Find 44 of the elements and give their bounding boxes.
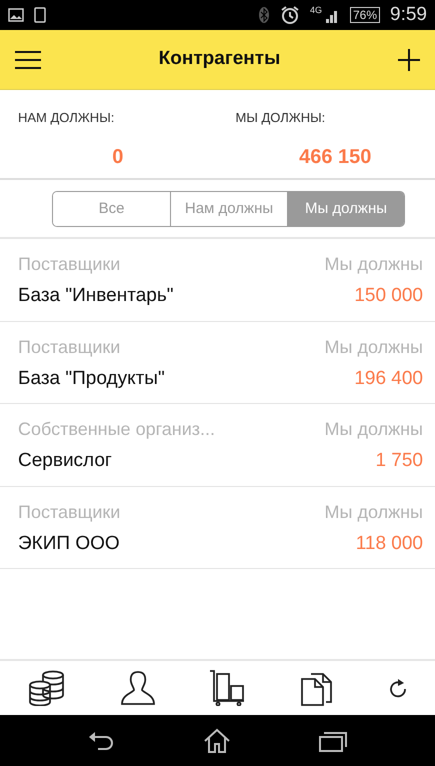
coins-button[interactable]	[26, 670, 67, 706]
documents-button[interactable]	[298, 670, 335, 706]
cart-icon	[209, 670, 246, 706]
group-label: Поставщики	[18, 336, 120, 359]
group-label: Собственные организ...	[18, 418, 216, 441]
refresh-button[interactable]	[388, 677, 408, 699]
status-label: Мы должны	[324, 253, 423, 276]
status-label: Мы должны	[324, 336, 423, 359]
alarm-clock-icon	[280, 5, 300, 25]
cart-button[interactable]	[209, 670, 246, 706]
menu-button[interactable]	[14, 50, 42, 70]
counterparty-name: База "Инвентарь"	[18, 284, 174, 308]
network-type-label: 4G	[310, 4, 322, 17]
amount: 118 000	[356, 532, 423, 556]
coins-icon	[26, 670, 67, 706]
summary-amount: 0	[112, 144, 124, 170]
home-icon[interactable]	[202, 728, 230, 754]
back-icon[interactable]	[88, 730, 114, 752]
add-button[interactable]	[397, 48, 421, 72]
phone-icon	[34, 7, 46, 23]
status-label: Мы должны	[324, 500, 423, 524]
clock-time: 9:59	[390, 2, 427, 27]
counterparty-name: База "Продукты"	[18, 366, 165, 390]
image-icon	[8, 8, 24, 22]
person-icon	[120, 670, 156, 706]
documents-icon	[298, 670, 335, 706]
group-label: Поставщики	[18, 500, 120, 524]
screen-title: Контрагенты	[158, 48, 280, 71]
status-label: Мы должны	[324, 418, 423, 441]
group-label: Поставщики	[18, 253, 120, 276]
counterparty-name: ЭКИП ООО	[18, 532, 120, 556]
refresh-icon	[388, 677, 408, 699]
filter-tab[interactable]: Мы должны	[287, 192, 404, 226]
counterparty-name: Сервислог	[18, 449, 112, 473]
amount: 150 000	[354, 284, 423, 308]
summary-label: МЫ ДОЛЖНЫ:	[236, 109, 326, 127]
recent-apps-icon[interactable]	[318, 730, 347, 752]
summary-amount: 466 150	[299, 144, 372, 170]
person-button[interactable]	[120, 670, 156, 706]
summary-label: НАМ ДОЛЖНЫ:	[18, 109, 116, 127]
amount: 196 400	[354, 366, 423, 390]
amount: 1 750	[375, 449, 423, 473]
bluetooth-icon	[258, 6, 270, 24]
battery-label: 76%	[350, 7, 380, 23]
